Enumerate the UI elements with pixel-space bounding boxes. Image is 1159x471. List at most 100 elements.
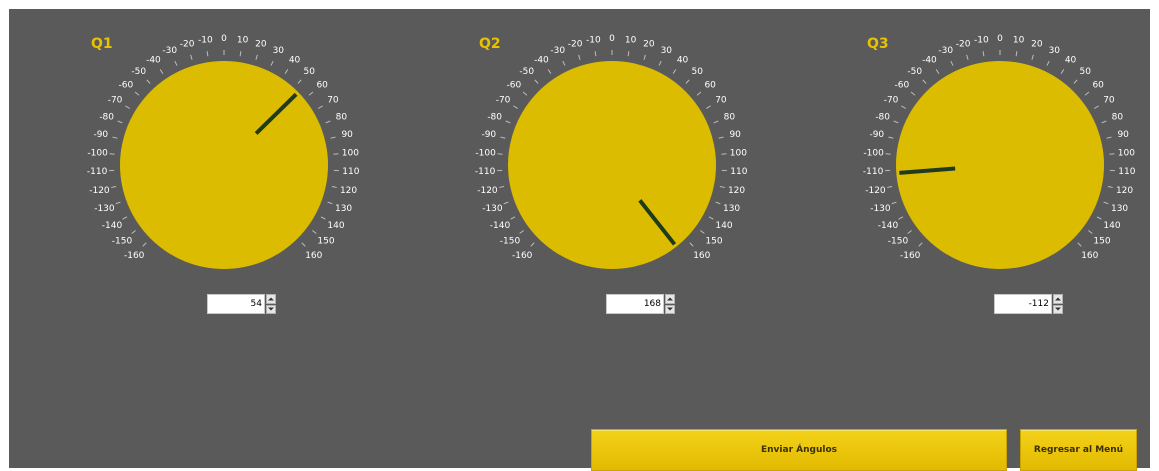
scale-label: -60 xyxy=(894,80,909,90)
scale-tick xyxy=(135,92,139,95)
scale-tick xyxy=(175,61,177,66)
scale-label: -130 xyxy=(870,204,891,214)
decrement-button[interactable] xyxy=(266,305,276,315)
angle-input-q2[interactable]: 168 xyxy=(606,294,664,314)
scale-label: 100 xyxy=(342,149,359,159)
scale-label: 50 xyxy=(692,67,704,77)
scale-label: 40 xyxy=(289,55,301,65)
scale-tick xyxy=(520,231,524,234)
scale-tick xyxy=(951,61,953,66)
scale-tick xyxy=(673,69,676,73)
scale-label: -50 xyxy=(519,67,534,77)
increment-button[interactable] xyxy=(665,294,675,304)
scale-label: -20 xyxy=(956,39,971,49)
scale-tick xyxy=(888,137,893,138)
scale-label: -90 xyxy=(93,130,108,140)
scale-label: 160 xyxy=(1081,251,1098,261)
scale-label: 80 xyxy=(1112,112,1124,122)
scale-label: 30 xyxy=(661,46,673,56)
scale-label: 120 xyxy=(728,186,745,196)
numeric-control-q1[interactable]: 54 xyxy=(207,294,276,314)
scale-label: 160 xyxy=(693,251,710,261)
scale-label: -140 xyxy=(490,221,511,231)
scale-tick xyxy=(500,137,505,138)
scale-label: 140 xyxy=(1103,221,1120,231)
scale-tick xyxy=(143,243,147,247)
scale-label: 140 xyxy=(715,221,732,231)
scale-label: -150 xyxy=(888,237,909,247)
scale-tick xyxy=(309,92,313,95)
dial-face-q3[interactable] xyxy=(896,61,1104,269)
scale-tick xyxy=(887,186,892,187)
scale-label: 10 xyxy=(1013,35,1025,45)
scale-label: 160 xyxy=(305,251,322,261)
scale-label: -80 xyxy=(99,112,114,122)
scale-tick xyxy=(535,80,538,84)
scale-label: -90 xyxy=(869,130,884,140)
scale-tick xyxy=(983,51,984,56)
scale-tick xyxy=(659,61,661,66)
knob-title-q3: Q3 xyxy=(867,36,889,52)
scale-label: 20 xyxy=(643,39,655,49)
scale-tick xyxy=(1097,217,1101,219)
scale-label: 150 xyxy=(1093,237,1110,247)
stepper-q2[interactable] xyxy=(665,294,675,314)
scale-label: 40 xyxy=(1065,55,1077,65)
dial-face-q2[interactable] xyxy=(508,61,716,269)
dial-face-q1[interactable] xyxy=(120,61,328,269)
scale-label: -30 xyxy=(550,46,565,56)
scale-label: 120 xyxy=(340,186,357,196)
scale-tick xyxy=(506,121,511,123)
scale-tick xyxy=(644,55,645,60)
numeric-control-q2[interactable]: 168 xyxy=(606,294,675,314)
scale-label: -160 xyxy=(512,251,533,261)
send-angles-label: Enviar Ángulos xyxy=(761,445,837,455)
scale-label: 0 xyxy=(221,34,227,44)
scale-tick xyxy=(118,121,123,123)
increment-button[interactable] xyxy=(1053,294,1063,304)
scale-tick xyxy=(1085,92,1089,95)
scale-label: -10 xyxy=(974,35,989,45)
scale-label: 30 xyxy=(273,46,285,56)
knob-title-q2: Q2 xyxy=(479,36,501,52)
scale-label: -150 xyxy=(112,237,133,247)
scale-tick xyxy=(1016,51,1017,56)
scale-tick xyxy=(892,202,897,204)
scale-tick xyxy=(256,55,257,60)
scale-label: 70 xyxy=(327,96,339,106)
scale-tick xyxy=(1088,231,1092,234)
scale-tick xyxy=(894,121,899,123)
scale-tick xyxy=(936,69,939,73)
scale-label: -160 xyxy=(900,251,921,261)
angle-input-q1[interactable]: 54 xyxy=(207,294,265,314)
stepper-q3[interactable] xyxy=(1053,294,1063,314)
back-to-menu-label: Regresar al Menú xyxy=(1034,445,1123,455)
knob-q3[interactable]: Q3 -160-150-140-130-120-110-100-90-80-70… xyxy=(820,18,1159,298)
knob-q1[interactable]: Q1 -160-150-140-130-120-110-100-90-80-70… xyxy=(44,18,424,298)
scale-tick xyxy=(628,51,629,56)
scale-label: 130 xyxy=(1111,204,1128,214)
scale-label: -120 xyxy=(865,186,886,196)
stepper-q1[interactable] xyxy=(266,294,276,314)
scale-label: -80 xyxy=(875,112,890,122)
scale-label: -150 xyxy=(500,237,521,247)
scale-label: -20 xyxy=(180,39,195,49)
scale-label: -60 xyxy=(506,80,521,90)
decrement-button[interactable] xyxy=(665,305,675,315)
scale-label: 100 xyxy=(730,149,747,159)
control-panel: Q1 -160-150-140-130-120-110-100-90-80-70… xyxy=(9,9,1150,468)
decrement-button[interactable] xyxy=(1053,305,1063,315)
back-to-menu-button[interactable]: Regresar al Menú xyxy=(1020,429,1137,471)
increment-button[interactable] xyxy=(266,294,276,304)
numeric-control-q3[interactable]: -112 xyxy=(994,294,1063,314)
scale-label: 10 xyxy=(625,35,637,45)
send-angles-button[interactable]: Enviar Ángulos xyxy=(591,429,1007,471)
scale-label: 130 xyxy=(723,204,740,214)
scale-tick xyxy=(132,231,136,234)
angle-input-q3[interactable]: -112 xyxy=(994,294,1052,314)
scale-tick xyxy=(312,231,316,234)
scale-tick xyxy=(511,217,515,219)
knob-q2[interactable]: Q2 -160-150-140-130-120-110-100-90-80-70… xyxy=(432,18,812,298)
scale-tick xyxy=(302,243,306,247)
scale-label: 0 xyxy=(997,34,1003,44)
